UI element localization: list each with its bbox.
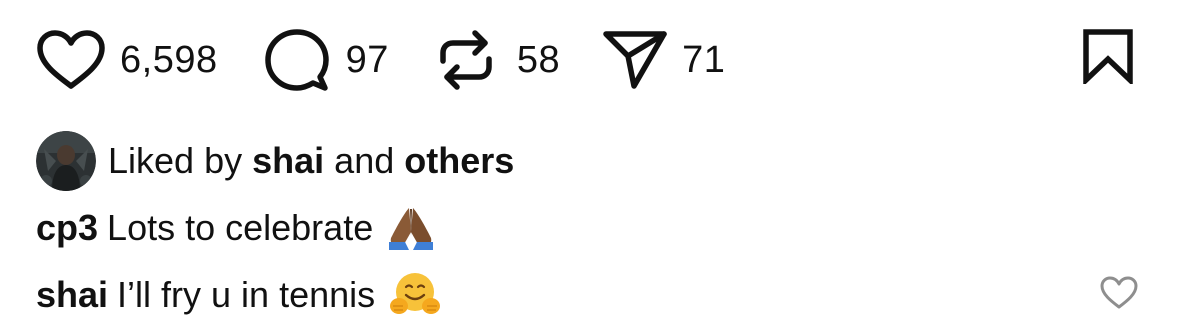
comment-text: I’ll fry u in tennis [117, 274, 376, 315]
paper-plane-icon [602, 28, 668, 92]
comment-item: cp3 Lots to celebrate [36, 204, 435, 252]
repost-count: 58 [516, 39, 561, 81]
avatar[interactable] [36, 131, 96, 191]
comment-text: Lots to celebrate [107, 207, 374, 248]
share-button[interactable]: 71 [602, 28, 725, 92]
heart-outline-icon [36, 29, 106, 91]
comment-author[interactable]: shai [36, 277, 108, 313]
bookmark-button[interactable] [1078, 28, 1138, 88]
comment-item: shai I’ll fry u in tennis [36, 270, 441, 320]
comment-author[interactable]: cp3 [36, 210, 98, 246]
bookmark-outline-icon [1082, 28, 1134, 89]
comment-button[interactable]: 97 [264, 27, 389, 93]
liked-by-others-link[interactable]: others [404, 140, 514, 181]
liked-by-connector: and [334, 140, 395, 181]
like-count: 6,598 [120, 39, 218, 81]
repost-button[interactable]: 58 [437, 27, 560, 93]
folded-hands-icon [387, 206, 435, 250]
hugging-face-icon [389, 272, 441, 318]
speech-bubble-icon [264, 27, 330, 93]
liked-by-prefix: Liked by [108, 140, 243, 181]
comment-count: 97 [345, 39, 389, 81]
liked-by-user-link[interactable]: shai [252, 140, 324, 181]
liked-by-row: Liked by shai and others [36, 131, 514, 191]
liked-by-text: Liked by shai and others [108, 143, 514, 179]
like-button[interactable]: 6,598 [36, 29, 218, 91]
small-heart-outline-icon [1099, 276, 1139, 315]
repost-arrows-icon [437, 27, 495, 93]
post-action-bar: 6,598 97 58 71 [36, 24, 725, 96]
share-count: 71 [682, 39, 726, 81]
comment-like-button[interactable] [1098, 276, 1140, 314]
